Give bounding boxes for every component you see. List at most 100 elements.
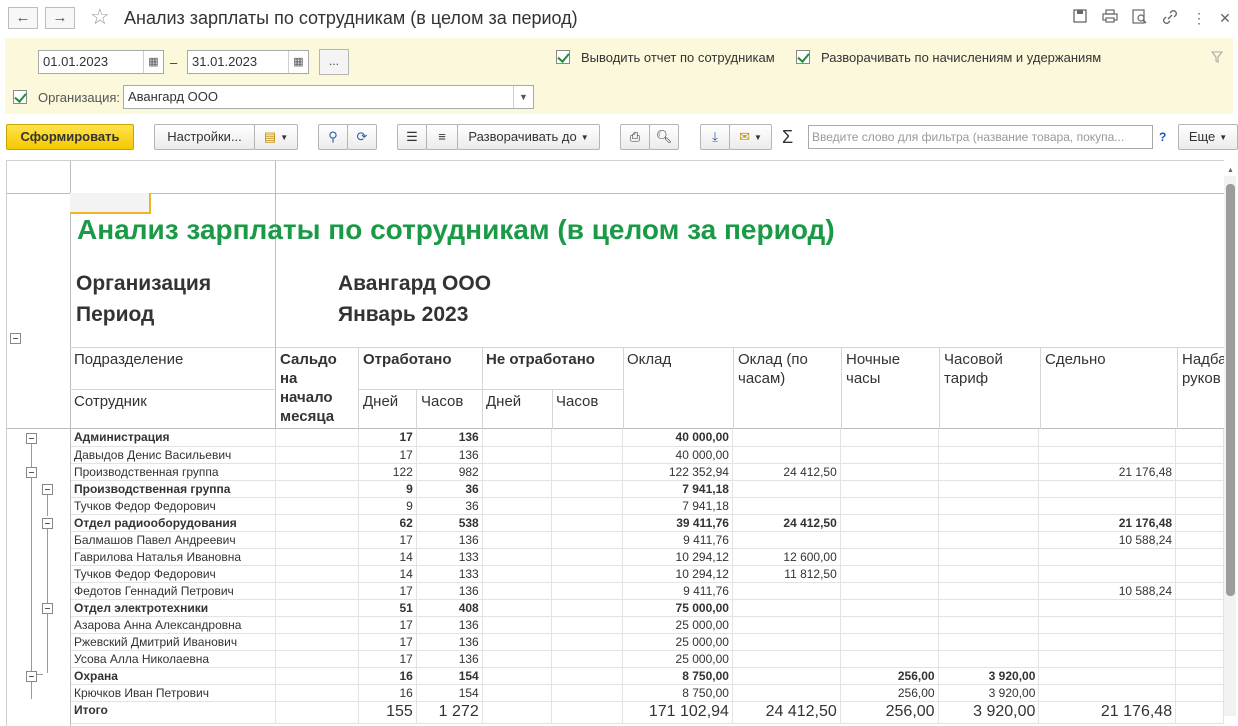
collapse-group-icon[interactable] (26, 671, 37, 682)
empty-cell (551, 599, 624, 617)
close-icon[interactable]: ✕ (1216, 9, 1234, 27)
show-by-employee-checkbox[interactable] (556, 50, 570, 64)
header-worked: Отработано (363, 351, 452, 368)
days-cell: 17 (358, 446, 417, 464)
save-file-button[interactable]: ⤓ (700, 124, 730, 150)
generate-button[interactable]: Сформировать (6, 124, 134, 150)
table-row[interactable]: Балмашов Павел Андреевич 17 136 9 411,76 10 … (71, 531, 1224, 549)
table-row[interactable]: Тучков Федор Федорович 14 133 10 294,12 11 8… (71, 565, 1224, 583)
filter-funnel-icon[interactable] (1210, 50, 1224, 66)
collapse-group-icon[interactable] (42, 603, 53, 614)
more-button[interactable]: Еще ▼ (1178, 124, 1238, 150)
scrollbar-thumb[interactable] (1226, 184, 1235, 596)
table-row[interactable]: Тучков Федор Федорович 9 36 7 941,18 (71, 497, 1224, 515)
piece-cell (1038, 565, 1177, 583)
table-row[interactable]: Крючков Иван Петрович 16 154 8 750,00 256,00… (71, 684, 1224, 702)
empty-cell (551, 480, 624, 498)
favorite-star-icon[interactable]: ☆ (90, 4, 110, 30)
send-mail-button[interactable]: ✉ ▼ (729, 124, 772, 150)
forward-button[interactable]: → (45, 7, 75, 29)
collapse-all-button[interactable]: ≡ (426, 124, 458, 150)
date-to-input[interactable]: 31.01.2023 ▦ (187, 50, 309, 74)
save-icon[interactable] (1071, 9, 1089, 27)
piece-cell (1038, 480, 1177, 498)
period-select-button[interactable]: ... (319, 49, 349, 75)
night-cell (840, 463, 939, 481)
table-row[interactable]: Давыдов Денис Васильевич 17 136 40 000,00 (71, 446, 1224, 464)
table-row[interactable]: Производственная группа 9 36 7 941,18 (71, 480, 1224, 498)
organization-checkbox[interactable] (13, 90, 27, 104)
expand-to-dropdown[interactable]: Разворачивать до ▼ (457, 124, 600, 150)
empty-cell (551, 582, 624, 600)
sum-icon[interactable]: Σ (782, 127, 793, 148)
scroll-up-icon[interactable]: ▲ (1227, 167, 1234, 174)
expand-all-button[interactable]: ☰ (397, 124, 427, 150)
table-row[interactable]: Федотов Геннадий Петрович 17 136 9 411,76 10… (71, 582, 1224, 600)
find-next-button[interactable]: ⟳ (347, 124, 377, 150)
preview-icon[interactable] (1131, 9, 1149, 27)
night-cell (840, 616, 939, 634)
find-button[interactable]: ⚲ (318, 124, 348, 150)
organization-field[interactable]: Авангард ООО ▼ (123, 85, 534, 109)
balance-cell (275, 429, 359, 447)
print-icon[interactable] (1101, 9, 1119, 27)
table-row[interactable]: Охрана 16 154 8 750,00 256,00 3 920,00 (71, 667, 1224, 685)
table-row[interactable]: Отдел электротехники 51 408 75 000,00 (71, 599, 1224, 617)
total-salary-cell: 171 102,94 (622, 700, 733, 724)
table-row[interactable]: Производственная группа 122 982 122 352,94 2… (71, 463, 1224, 481)
table-row[interactable]: Отдел радиооборудования 62 538 39 411,76 24 … (71, 514, 1224, 532)
more-label: Еще (1188, 129, 1216, 144)
organization-value: Авангард ООО (128, 89, 218, 104)
hourly-cell (938, 531, 1040, 549)
sal_hours-cell (732, 497, 841, 515)
empty-cell (482, 633, 553, 651)
date-from-value: 01.01.2023 (43, 54, 109, 69)
piece-cell: 10 588,24 (1038, 582, 1177, 600)
hourly-cell (938, 650, 1040, 668)
more-actions-icon[interactable]: ⋮ (1190, 9, 1208, 27)
total-row[interactable]: Итого 155 1 272 171 102,94 24 412,50 256,00 3 … (71, 700, 1224, 724)
table-row[interactable]: Азарова Анна Александровна 17 136 25 000,00 (71, 616, 1224, 634)
expand-accruals-checkbox[interactable] (796, 50, 810, 64)
report-table: Администрация 17 136 40 000,00 Давыдов Денис… (71, 429, 1224, 724)
table-row[interactable]: Усова Алла Николаевна 17 136 25 000,00 (71, 650, 1224, 668)
print-button[interactable]: ⎙ (620, 124, 650, 150)
total-sal_hours-cell: 24 412,50 (732, 700, 841, 724)
days-cell: 17 (358, 616, 417, 634)
salary-cell: 10 294,12 (622, 548, 733, 566)
collapse-group-icon[interactable] (42, 518, 53, 529)
preview-button[interactable]: 🔍︎ (649, 124, 679, 150)
night-cell (840, 548, 939, 566)
variants-button[interactable]: ▤ ▼ (254, 124, 298, 150)
calendar-icon[interactable]: ▦ (143, 51, 163, 73)
hours-cell: 154 (416, 684, 483, 702)
help-icon[interactable]: ? (1159, 130, 1166, 144)
hours-cell: 136 (416, 633, 483, 651)
empty-cell (1175, 531, 1224, 549)
table-row[interactable]: Ржевский Дмитрий Иванович 17 136 25 000,00 (71, 633, 1224, 651)
collapse-group-icon[interactable] (10, 333, 21, 344)
active-cell[interactable] (70, 193, 151, 214)
collapse-group-icon[interactable] (26, 433, 37, 444)
collapse-group-icon[interactable] (26, 467, 37, 478)
salary-cell: 25 000,00 (622, 616, 733, 634)
balance-cell (275, 650, 359, 668)
calendar-icon[interactable]: ▦ (288, 51, 308, 73)
tree-line (31, 444, 32, 674)
table-row[interactable]: Гаврилова Наталья Ивановна 14 133 10 294,12… (71, 548, 1224, 566)
table-row[interactable]: Администрация 17 136 40 000,00 (71, 429, 1224, 447)
salary-cell: 122 352,94 (622, 463, 733, 481)
filter-search-input[interactable]: Введите слово для фильтра (название това… (808, 125, 1153, 149)
hourly-cell (938, 633, 1040, 651)
settings-button[interactable]: Настройки... (154, 124, 255, 150)
empty-cell (1175, 463, 1224, 481)
link-icon[interactable] (1161, 9, 1179, 27)
chevron-down-icon[interactable]: ▼ (513, 86, 533, 108)
hours-cell: 408 (416, 599, 483, 617)
report-spreadsheet[interactable]: Анализ зарплаты по сотрудникам (в целом … (6, 160, 1224, 726)
back-button[interactable]: ← (8, 7, 38, 29)
balance-cell (275, 667, 359, 685)
date-from-input[interactable]: 01.01.2023 ▦ (38, 50, 164, 74)
collapse-group-icon[interactable] (42, 484, 53, 495)
salary-cell: 7 941,18 (622, 480, 733, 498)
